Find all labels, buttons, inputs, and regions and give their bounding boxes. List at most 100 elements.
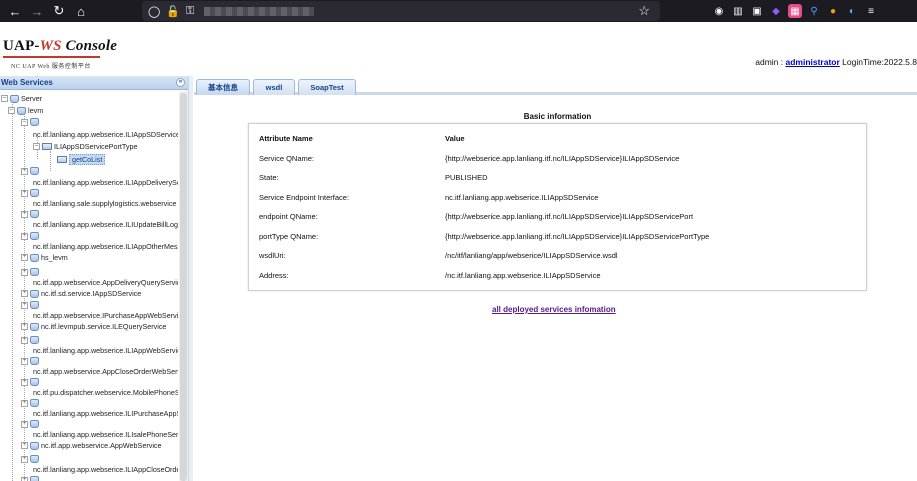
brand-subtitle: NC UAP Web 服务控制平台 (11, 64, 91, 70)
url-text-redacted (204, 6, 315, 16)
service-icon (30, 167, 39, 175)
extension-diamond-icon[interactable]: ◆ (769, 4, 783, 18)
expander[interactable]: + (21, 254, 28, 261)
lock-icon[interactable]: 🔓 (166, 5, 180, 18)
table-row: Address: /nc.itf.lanliang.app.webserice.I… (259, 271, 601, 280)
service-icon (30, 189, 39, 197)
expander[interactable]: + (21, 167, 28, 175)
attr-value: /nc.itf.lanliang.app.webserice.ILIAppSDS… (445, 271, 601, 280)
table-row: State: PUBLISHED (259, 173, 488, 182)
tree-node[interactable]: nc.itf.lanliang.app.webserice.ILIAppWebS… (33, 346, 178, 355)
expander[interactable]: + (21, 420, 28, 428)
service-icon (30, 399, 39, 407)
tree-node[interactable]: Server (21, 94, 42, 103)
basic-info-table: Attribute Name Value Service QName: {http:… (248, 123, 867, 291)
detail-tabs: 基本信息 wsdl SoapTest (194, 77, 917, 95)
tree-node[interactable]: nc.itf.lanliang.app.webserice.ILIUpdateB… (33, 220, 178, 229)
extension-circle-icon[interactable]: ● (826, 4, 840, 18)
all-services-link[interactable]: all deployed services infomation (492, 305, 616, 314)
brand-ws: WS (39, 38, 62, 54)
reload-icon[interactable]: ↻ (48, 0, 70, 22)
method-icon (57, 156, 67, 163)
tree-node-selected[interactable]: getCoList (69, 154, 106, 165)
tree-scrollbar[interactable] (179, 91, 188, 481)
user-prefix: admin : (755, 57, 786, 67)
expander[interactable]: + (21, 232, 28, 240)
expander[interactable]: + (21, 210, 28, 218)
collapse-icon[interactable]: « (176, 78, 185, 87)
folder-icon (30, 253, 39, 262)
tree-node[interactable]: nc.itf.pu.dispatcher.webservice.MobilePh… (33, 388, 178, 397)
tree-node[interactable]: levm (28, 106, 43, 115)
menu-icon[interactable]: ≡ (864, 4, 878, 18)
back-icon[interactable]: ← (4, 0, 26, 22)
forward-icon[interactable]: → (26, 0, 48, 22)
header-value: Value (445, 134, 465, 143)
home-icon[interactable]: ⌂ (70, 0, 92, 22)
expander[interactable]: + (21, 476, 28, 481)
tree-node[interactable]: nc.itf.lanliang.app.webserice.ILIPurchas… (33, 409, 178, 418)
tab-basic-info[interactable]: 基本信息 (196, 79, 250, 95)
expander[interactable]: – (21, 118, 28, 126)
extension-grid-icon[interactable]: ▦ (788, 4, 802, 18)
user-name-link[interactable]: administrator (785, 57, 839, 67)
expander[interactable]: – (33, 143, 40, 150)
shield-icon[interactable]: ◯ (148, 5, 160, 18)
table-row: Service Endpoint Interface: nc.itf.lanlia… (259, 193, 598, 202)
expander[interactable]: + (21, 455, 28, 463)
tree-node[interactable]: nc.itf.lanliang.app.webserice.ILIAppClos… (33, 465, 178, 474)
attr-name: wsdlUri: (259, 251, 286, 260)
attr-value: {http://webserice.app.lanliang.itf.nc/IL… (445, 232, 710, 241)
screenshot-icon[interactable]: ▣ (750, 4, 764, 18)
panel-splitter[interactable] (189, 76, 193, 481)
bookmark-star-icon[interactable]: ☆ (638, 3, 650, 19)
expander[interactable]: – (1, 95, 8, 102)
scrollbar-thumb[interactable] (180, 93, 187, 481)
attr-value: /nc/itf/lanliang/app/webserice/ILIAppSDS… (445, 251, 618, 260)
login-time: LoginTime:2022.5.8 (839, 57, 917, 67)
key-icon[interactable]: ⚿ (186, 5, 194, 18)
attr-value: PUBLISHED (445, 173, 488, 182)
tree-node[interactable]: nc.itf.lanliang.app.webserice.ILIAppOthe… (33, 242, 178, 251)
tab-wsdl[interactable]: wsdl (253, 79, 295, 95)
attr-name: State: (259, 173, 279, 182)
expander[interactable]: + (21, 301, 28, 309)
brand-console: Console (61, 38, 118, 54)
tree-node[interactable]: nc.itf.lanliang.app.webserice.ILIsalePho… (33, 430, 178, 439)
tree-node[interactable]: ILIAppSDServicePortType (54, 142, 138, 151)
expander[interactable]: + (21, 189, 28, 197)
service-icon (30, 420, 39, 428)
expander[interactable]: + (21, 357, 28, 365)
table-row: wsdlUri: /nc/itf/lanliang/app/webserice/I… (259, 251, 618, 260)
table-row: portType QName: {http://webserice.app.lan… (259, 232, 709, 241)
attr-name: Service QName: (259, 154, 315, 163)
expander[interactable]: + (21, 323, 28, 330)
tree-node[interactable]: nc.itf.lanliang.app.webserice.ILIAppSDSe… (33, 130, 178, 139)
tab-soaptest[interactable]: SoapTest (298, 79, 356, 95)
tree-node[interactable]: nc.itf.app.webservice.AppCloseOrderWebSe… (33, 367, 178, 376)
extension-toolbar: ◉ ▥ ▣ ◆ ▦ ⚲ ● ◐ ≡ (712, 0, 878, 22)
tree-node[interactable]: nc.itf.lanliang.app.webserice.ILIAppDeli… (33, 178, 178, 187)
expander[interactable]: + (21, 378, 28, 386)
service-icon (30, 441, 39, 450)
table-row: endpoint QName: {http://webserice.app.lan… (259, 212, 693, 221)
expander[interactable]: + (21, 336, 28, 344)
expander[interactable]: – (8, 107, 15, 114)
expander[interactable]: + (21, 399, 28, 407)
reader-view-icon[interactable]: ▥ (731, 4, 745, 18)
extension-search-icon[interactable]: ⚲ (807, 4, 821, 18)
tree-node[interactable]: nc.itf.app.webservice.AppWebService (41, 441, 162, 450)
expander[interactable]: + (21, 442, 28, 449)
tree-node[interactable]: hs_levm (41, 253, 68, 262)
account-icon[interactable]: ◐ (845, 4, 859, 18)
tree-node[interactable]: nc.itf.app.webservice.AppDeliveryQuerySe… (33, 278, 178, 287)
user-info: admin : administrator LoginTime:2022.5.8 (755, 57, 917, 67)
expander[interactable]: + (21, 290, 28, 297)
tree-node[interactable]: nc.itf.sd.service.IAppSDService (41, 289, 141, 298)
tree-node[interactable]: nc.itf.app.webservice.IPurchaseAppWebSer… (33, 311, 178, 320)
address-bar[interactable]: ◯ 🔓 ⚿ ☆ (142, 1, 660, 21)
expander[interactable]: + (21, 268, 28, 276)
tree-node[interactable]: nc.itf.lanliang.sale.supplylogistics.web… (33, 199, 176, 208)
tree-node[interactable]: nc.itf.levmpub.service.ILEQueryService (41, 322, 166, 331)
pocket-icon[interactable]: ◉ (712, 4, 726, 18)
